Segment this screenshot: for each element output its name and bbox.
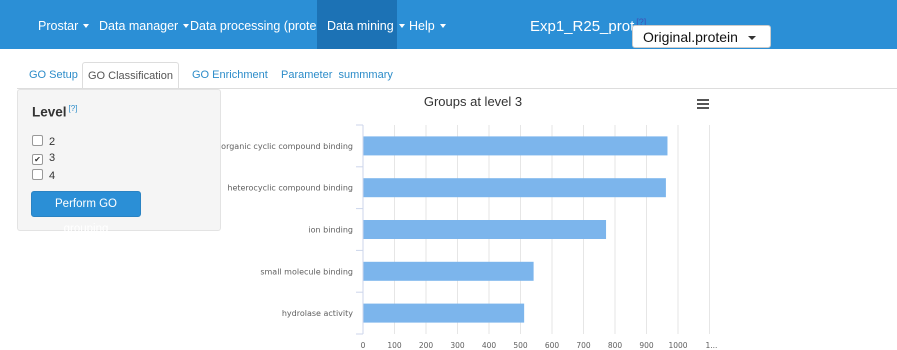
bar [363,220,607,239]
bar [363,303,525,323]
x-tick-label: 200 [419,341,434,350]
x-tick-label: 600 [545,341,560,350]
x-tick-label: 1000 [668,341,687,350]
category-label: heterocyclic compound binding [227,184,353,193]
bar [363,261,534,281]
category-label: small molecule binding [260,267,353,276]
category-label: organic cyclic compound binding [221,142,353,151]
x-tick-label: 0 [361,341,366,350]
x-tick-label: 1... [706,341,718,350]
x-tick-label: 100 [387,341,402,350]
bar-chart: organic cyclic compound binding heterocyc… [221,124,718,350]
bar [363,136,668,156]
category-label: ion binding [308,226,353,235]
x-tick-label: 900 [639,341,654,350]
category-label: hydrolase activity [282,309,353,318]
x-tick-label: 800 [608,341,623,350]
x-tick-label: 300 [450,341,465,350]
bar [363,178,666,198]
x-tick-label: 700 [576,341,591,350]
x-tick-label: 400 [482,341,497,350]
x-tick-label: 500 [513,341,528,350]
